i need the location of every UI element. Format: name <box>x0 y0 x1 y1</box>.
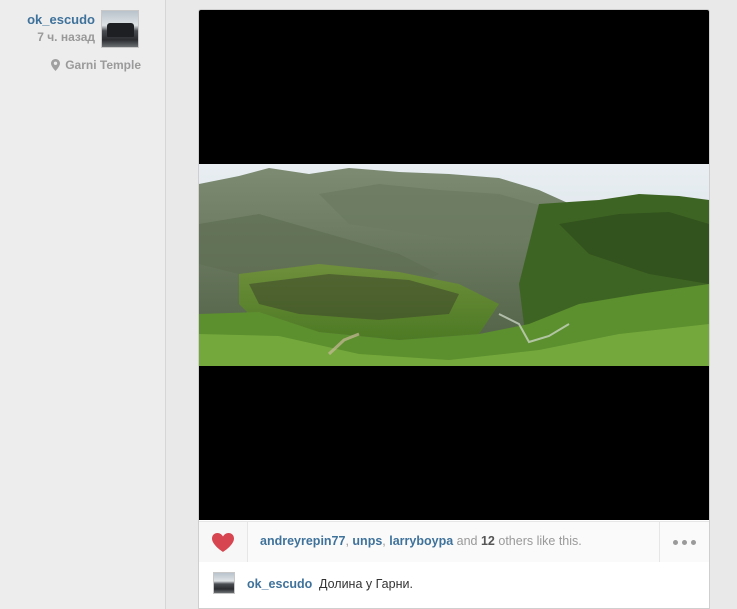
author-username[interactable]: ok_escudo <box>27 12 95 27</box>
likes-summary: andreyrepin77, unps, larryboypa and 12 o… <box>260 534 582 548</box>
likes-others-count[interactable]: 12 <box>481 534 495 548</box>
more-options-button[interactable] <box>659 522 709 562</box>
more-options-icon <box>682 539 687 545</box>
like-button[interactable] <box>199 522 248 562</box>
post-photo[interactable] <box>199 10 709 520</box>
like-user-link[interactable]: unps <box>352 534 382 548</box>
location-pin-icon <box>51 59 61 71</box>
left-rail: ok_escudo 7 ч. назад Garni Temple <box>0 0 166 609</box>
like-user-link[interactable]: andreyrepin77 <box>260 534 345 548</box>
comment-avatar[interactable] <box>213 572 235 594</box>
post-location[interactable]: Garni Temple <box>51 58 141 72</box>
more-options-icon <box>673 539 678 545</box>
author-avatar[interactable] <box>101 10 139 48</box>
avatar-vehicle-shape <box>107 23 134 37</box>
post-timestamp[interactable]: 7 ч. назад <box>37 30 95 44</box>
more-options-icon <box>691 539 696 545</box>
heart-icon <box>212 532 234 552</box>
like-user-link[interactable]: larryboypa <box>389 534 453 548</box>
caption-comment: ok_escudo Долина у Гарни. <box>199 562 709 602</box>
likes-others-suffix: others like this. <box>498 534 582 548</box>
location-name: Garni Temple <box>65 58 141 72</box>
comment-text: Долина у Гарни. <box>319 577 413 591</box>
likes-bar: andreyrepin77, unps, larryboypa and 12 o… <box>199 521 709 563</box>
comment-username[interactable]: ok_escudo <box>247 577 312 591</box>
post-card: andreyrepin77, unps, larryboypa and 12 o… <box>198 9 710 609</box>
likes-and-word: and <box>456 534 478 548</box>
landscape-panorama-image <box>199 164 709 366</box>
page: ok_escudo 7 ч. назад Garni Temple andrey… <box>0 0 737 609</box>
